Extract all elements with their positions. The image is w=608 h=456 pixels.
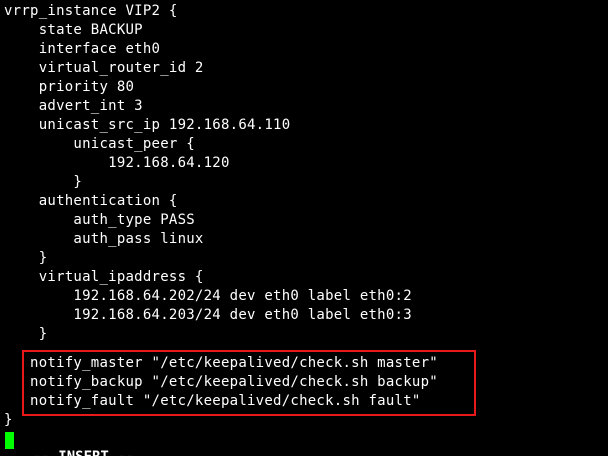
- code-line: }: [4, 412, 13, 428]
- code-line: vrrp_instance VIP2 {: [4, 3, 178, 19]
- code-line: auth_type PASS: [4, 212, 195, 228]
- code-line: auth_pass linux: [4, 231, 204, 247]
- code-line: interface eth0: [4, 41, 161, 57]
- insert-mode-indicator: -- INSERT --: [33, 448, 134, 456]
- code-line: unicast_src_ip 192.168.64.110: [4, 117, 291, 133]
- code-line: }: [4, 326, 48, 342]
- code-line: virtual_ipaddress {: [4, 269, 204, 285]
- code-line: state BACKUP: [4, 22, 143, 38]
- code-line: advert_int 3: [4, 98, 143, 114]
- code-line: authentication {: [4, 193, 178, 209]
- code-line: }: [4, 250, 48, 266]
- code-line: 192.168.64.203/24 dev eth0 label eth0:3: [4, 307, 412, 323]
- terminal-window[interactable]: vrrp_instance VIP2 { state BACKUP interf…: [0, 0, 608, 456]
- code-line: }: [4, 174, 83, 190]
- code-line: priority 80: [4, 79, 135, 95]
- code-line: unicast_peer {: [4, 136, 195, 152]
- code-line: 192.168.64.202/24 dev eth0 label eth0:2: [4, 288, 412, 304]
- text-cursor: [5, 432, 14, 449]
- code-line: 192.168.64.120: [4, 155, 230, 171]
- highlight-annotation-box: [22, 350, 476, 416]
- code-line: virtual_router_id 2: [4, 60, 204, 76]
